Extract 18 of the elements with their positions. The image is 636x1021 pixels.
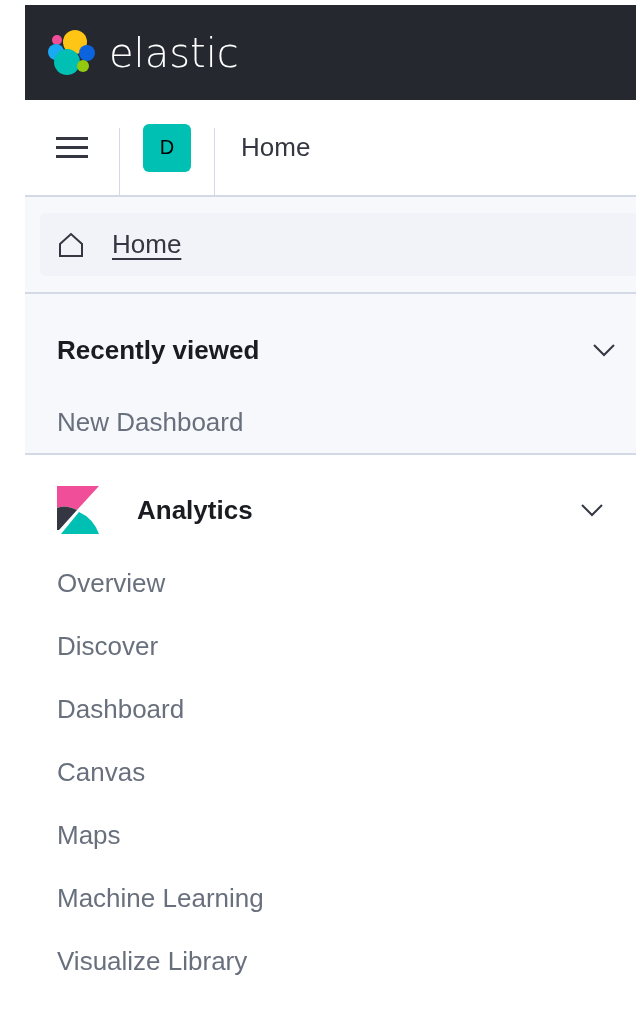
section-title: Recently viewed	[57, 334, 261, 366]
nav-item[interactable]: Visualize Library	[25, 943, 636, 1006]
nav-item[interactable]: Maps	[25, 817, 636, 880]
home-icon	[58, 231, 84, 258]
recent-item[interactable]: New Dashboard	[25, 406, 636, 435]
menu-icon	[56, 136, 88, 159]
nav-item[interactable]: Dashboard	[25, 691, 636, 754]
home-link[interactable]: Home	[40, 213, 636, 276]
logo-icon	[47, 27, 97, 78]
space-avatar[interactable]: D	[143, 123, 191, 172]
brand-name: elastic	[109, 29, 239, 76]
nav-item[interactable]: Overview	[25, 565, 636, 628]
nav-item[interactable]: Discover	[25, 628, 636, 691]
breadcrumb: Home	[241, 132, 311, 163]
nav-item[interactable]: Canvas	[25, 754, 636, 817]
kibana-icon	[57, 486, 99, 534]
nav-item[interactable]: Machine Learning	[25, 880, 636, 943]
section-title: Analytics	[137, 494, 254, 526]
